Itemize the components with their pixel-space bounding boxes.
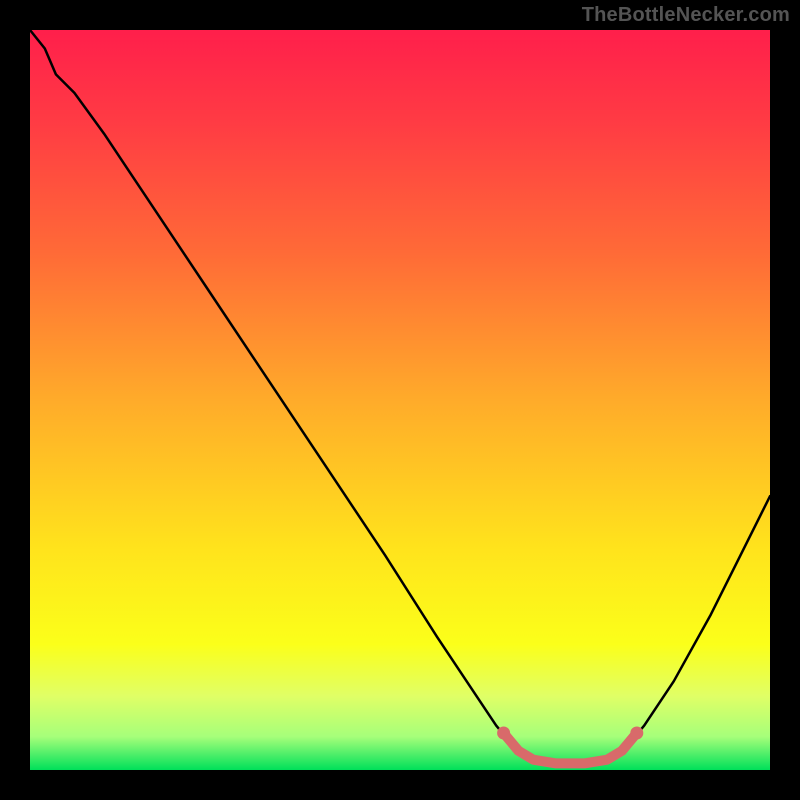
highlight-dot [497,727,510,740]
chart-frame: TheBottleNecker.com [0,0,800,800]
watermark-text: TheBottleNecker.com [582,4,790,27]
highlight-dot [630,727,643,740]
plot-area [30,30,770,770]
plot-svg [30,30,770,770]
gradient-background [30,30,770,770]
